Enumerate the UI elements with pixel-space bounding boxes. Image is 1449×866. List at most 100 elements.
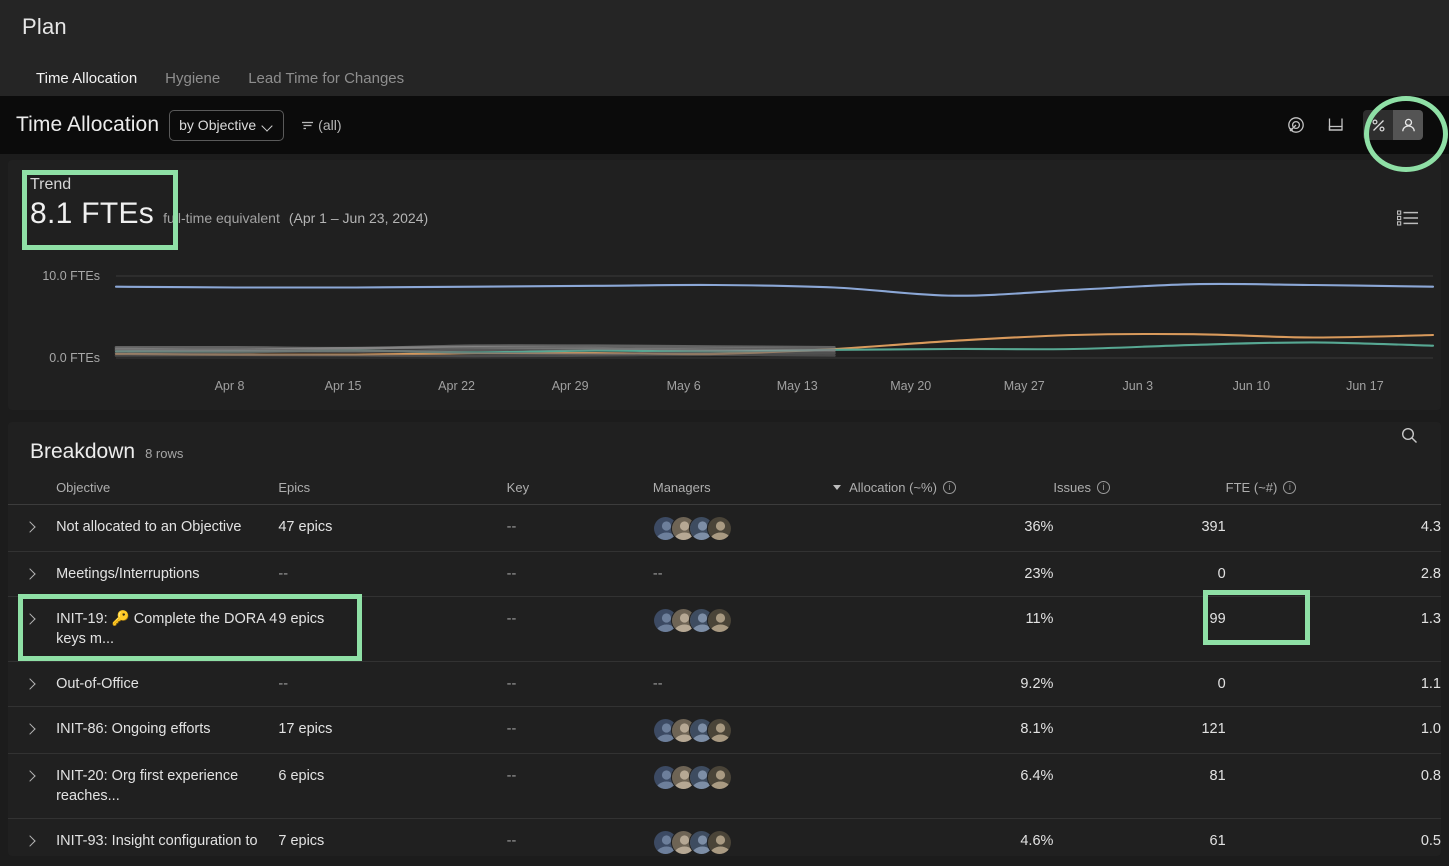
cell-key: --: [506, 661, 653, 707]
th-label: Epics: [278, 480, 311, 495]
cell-key: --: [506, 818, 653, 856]
avatar-group[interactable]: [652, 764, 833, 790]
th-label: Allocation (~%): [849, 480, 937, 495]
th-objective[interactable]: Objective: [56, 478, 279, 505]
cell-dash: --: [506, 768, 517, 784]
chevron-right-icon[interactable]: [24, 835, 36, 847]
th-key[interactable]: Key: [506, 478, 653, 505]
trend-date-range: (Apr 1 – Jun 23, 2024): [288, 210, 429, 226]
cell-allocation: 36%: [833, 504, 1054, 552]
trend-chart: 10.0 FTEs 0.0 FTEs Apr 8 Apr 15 Apr 22 Apr 29…: [8, 258, 1441, 408]
cell-epics: --: [278, 661, 507, 707]
trend-chart-svg: 10.0 FTEs 0.0 FTEs Apr 8 Apr 15 Apr 22 Apr 29…: [42, 269, 1435, 393]
table-row[interactable]: INIT-19: 🔑 Complete the DORA 4 keys m...…: [8, 596, 1441, 662]
table-row[interactable]: Out-of-Office -- -- -- 9.2% 0 1.1: [8, 661, 1441, 707]
cell-issues: 61: [1053, 818, 1226, 856]
chevron-right-icon[interactable]: [24, 723, 36, 735]
table-row[interactable]: Not allocated to an Objective 47 epics -- 3…: [8, 504, 1441, 552]
breakdown-row-count: 8 rows: [145, 446, 184, 461]
trend-card: Trend 8.1 FTEs full-time equivalent (Apr…: [8, 160, 1441, 410]
breakdown-title: Breakdown: [30, 440, 136, 463]
table-row[interactable]: Meetings/Interruptions -- -- -- 23% 0 2.8: [8, 551, 1441, 597]
avatar[interactable]: [706, 717, 732, 743]
avatar[interactable]: [706, 607, 732, 633]
cell-objective: INIT-20: Org first experience reaches...: [56, 753, 279, 819]
filter-chip[interactable]: (all): [300, 117, 342, 133]
tab-hygiene[interactable]: Hygiene: [151, 70, 234, 98]
row-expander-cell[interactable]: [8, 706, 57, 754]
percent-toggle-button[interactable]: [1363, 110, 1393, 140]
cell-epics: --: [278, 551, 507, 597]
th-managers[interactable]: Managers: [652, 478, 834, 505]
row-expander-cell[interactable]: [8, 596, 57, 662]
cell-fte: 0.8: [1225, 753, 1441, 819]
chevron-right-icon[interactable]: [24, 678, 36, 690]
avatar-group[interactable]: [652, 515, 833, 541]
svg-text:Jun 17: Jun 17: [1346, 379, 1384, 393]
cell-key: --: [506, 706, 653, 754]
th-label: Objective: [56, 480, 111, 495]
info-icon[interactable]: i: [1283, 481, 1297, 494]
svg-text:10.0 FTEs: 10.0 FTEs: [42, 269, 100, 283]
avatar-group[interactable]: [652, 717, 833, 743]
svg-text:May 20: May 20: [890, 379, 931, 393]
row-expander-cell[interactable]: [8, 504, 57, 552]
table-row[interactable]: INIT-20: Org first experience reaches...…: [8, 753, 1441, 819]
info-icon[interactable]: i: [1097, 481, 1110, 494]
svg-text:May 13: May 13: [777, 379, 818, 393]
page-title: Plan: [22, 14, 67, 39]
avatar[interactable]: [706, 829, 732, 855]
cell-managers: [652, 596, 834, 662]
table-row[interactable]: INIT-86: Ongoing efforts 17 epics -- 8.1% 12…: [8, 706, 1441, 754]
chevron-down-icon: [263, 122, 274, 129]
export-icon[interactable]: [1323, 112, 1349, 138]
cell-epics: 47 epics: [278, 504, 507, 552]
avatar-group[interactable]: [652, 607, 833, 633]
chevron-right-icon[interactable]: [24, 613, 36, 625]
th-allocation[interactable]: Allocation (~%) i: [833, 478, 1054, 505]
cell-dash: --: [278, 566, 289, 582]
row-expander-cell[interactable]: [8, 551, 57, 597]
avatar[interactable]: [706, 764, 732, 790]
cell-managers: --: [652, 661, 834, 707]
tab-time-allocation[interactable]: Time Allocation: [22, 70, 152, 98]
avatar[interactable]: [706, 515, 732, 541]
cell-allocation: 11%: [833, 596, 1054, 662]
trend-subtitle: full-time equivalent: [163, 210, 280, 226]
target-icon[interactable]: [1283, 112, 1309, 138]
cell-objective: Not allocated to an Objective: [56, 504, 279, 552]
svg-text:Jun 10: Jun 10: [1233, 379, 1271, 393]
chevron-right-icon[interactable]: [24, 770, 36, 782]
avatar-group[interactable]: [652, 829, 833, 855]
trend-value-row: 8.1 FTEs full-time equivalent (Apr 1 – J…: [30, 197, 1441, 231]
section-header: Time Allocation by Objective (all): [0, 96, 1449, 154]
tab-label: Time Allocation: [36, 70, 138, 87]
group-by-selector[interactable]: by Objective: [169, 109, 285, 141]
th-fte[interactable]: FTE (~#) i: [1225, 478, 1441, 505]
search-icon[interactable]: [1400, 426, 1419, 450]
cell-dash: --: [506, 611, 517, 627]
cell-issues: 391: [1053, 504, 1226, 552]
cell-fte: 4.3: [1225, 504, 1441, 552]
th-epics[interactable]: Epics: [278, 478, 507, 505]
table-body: Not allocated to an Objective 47 epics -- 3…: [8, 504, 1441, 856]
units-toggle-group: [1363, 110, 1423, 140]
cell-epics: 6 epics: [278, 753, 507, 819]
chevron-right-icon[interactable]: [24, 521, 36, 533]
info-icon[interactable]: i: [942, 481, 956, 494]
svg-text:May 27: May 27: [1004, 379, 1045, 393]
table-row[interactable]: INIT-93: Insight configuration to mar...…: [8, 818, 1441, 856]
legend-list-icon[interactable]: [1396, 210, 1419, 231]
row-expander-cell[interactable]: [8, 661, 57, 707]
row-expander-cell[interactable]: [8, 818, 57, 856]
row-expander-cell[interactable]: [8, 753, 57, 819]
tab-lead-time-for-changes[interactable]: Lead Time for Changes: [234, 70, 418, 98]
cell-allocation: 9.2%: [833, 661, 1054, 707]
svg-text:Apr 29: Apr 29: [552, 379, 589, 393]
chevron-right-icon[interactable]: [24, 568, 36, 580]
group-by-label: by Objective: [179, 117, 257, 133]
cell-fte: 0.5: [1225, 818, 1441, 856]
th-issues[interactable]: Issues i: [1053, 478, 1226, 505]
person-toggle-button[interactable]: [1393, 110, 1423, 140]
cell-managers: [652, 706, 834, 754]
